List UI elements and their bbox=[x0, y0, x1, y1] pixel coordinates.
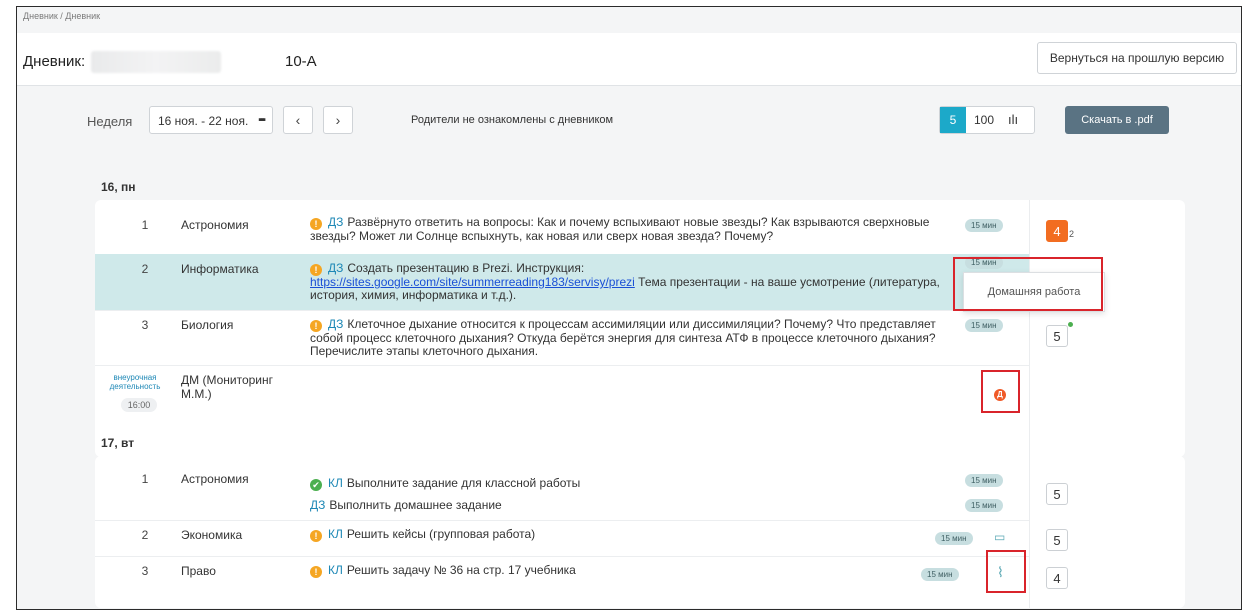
warning-icon: ! bbox=[310, 530, 322, 542]
duration-badge: 15 мин bbox=[965, 219, 1003, 232]
check-circle-icon: ✔ bbox=[310, 479, 322, 491]
duration-badge: 15 мин bbox=[935, 532, 973, 545]
calendar-grid-icon: ▪▪▪ bbox=[258, 114, 266, 126]
grade-weight: 2 bbox=[1068, 229, 1074, 239]
task-type: ДЗ bbox=[328, 261, 344, 275]
breadcrumb[interactable]: Дневник / Дневник bbox=[23, 11, 100, 21]
lesson-subject: Астрономия bbox=[181, 218, 249, 232]
time-badge: 16:00 bbox=[121, 398, 157, 412]
task-text: Развёрнуто ответить на вопросы: Как и по… bbox=[310, 215, 930, 243]
duration-badge: 15 мин bbox=[921, 568, 959, 581]
highlight-box bbox=[986, 550, 1026, 593]
toolbar: Неделя 16 ноя. - 22 ноя. ▪▪▪ ‹ › Родител… bbox=[87, 106, 1187, 136]
grade-scale-toggle: 5 100 ılı bbox=[939, 106, 1035, 134]
task-type: ДЗ bbox=[328, 317, 344, 331]
chevron-right-icon: › bbox=[335, 112, 341, 128]
day-label: 17, вт bbox=[101, 436, 135, 450]
bar-chart-icon[interactable]: ılı bbox=[1008, 112, 1018, 127]
lesson-subject: ДМ (Мониторинг М.М.) bbox=[181, 373, 274, 401]
week-picker[interactable]: 16 ноя. - 22 ноя. ▪▪▪ bbox=[149, 106, 273, 134]
prev-week-button[interactable]: ‹ bbox=[283, 106, 313, 134]
table-row[interactable]: 1 Астрономия ! ДЗ Развёрнуто ответить на в… bbox=[95, 200, 1029, 254]
grade-value: 4 bbox=[1053, 571, 1061, 586]
table-row-extracurricular[interactable]: внеурочная деятельность 16:00 ДМ (Монито… bbox=[95, 365, 1029, 457]
lesson-task: ✔ КЛ Выполните задание для классной работы… bbox=[310, 472, 960, 516]
breadcrumb-bar: Дневник / Дневник bbox=[17, 7, 1241, 34]
download-pdf-button[interactable]: Скачать в .pdf bbox=[1065, 106, 1169, 134]
task-text: Создать презентацию в Prezi. Инструкция: bbox=[347, 261, 585, 275]
grade-value: 5 bbox=[1053, 329, 1061, 344]
task-type: ДЗ bbox=[328, 215, 344, 229]
highlight-box bbox=[981, 370, 1020, 413]
day-label: 16, пн bbox=[101, 180, 136, 194]
extracurricular-label: внеурочная деятельность bbox=[109, 373, 161, 391]
duration-badge: 15 мин bbox=[965, 319, 1003, 332]
grade-badge[interactable]: 42 bbox=[1046, 220, 1074, 242]
lesson-task: ! КЛ Решить задачу № 36 на стр. 17 учебник… bbox=[310, 564, 960, 578]
task-link[interactable]: https://sites.google.com/site/summerread… bbox=[310, 275, 635, 289]
warning-icon: ! bbox=[310, 566, 322, 578]
scale-5-button[interactable]: 5 bbox=[940, 107, 966, 133]
lesson-number: 1 bbox=[141, 218, 149, 232]
old-version-button[interactable]: Вернуться на прошлую версию bbox=[1037, 42, 1237, 74]
page-title: Дневник: bbox=[23, 53, 86, 70]
task-type: КЛ bbox=[328, 563, 343, 577]
column-separator bbox=[1029, 456, 1030, 608]
table-row[interactable]: 3 Биология ! ДЗ Клеточное дыхание относитс… bbox=[95, 310, 1029, 365]
task-text: Выполнить домашнее задание bbox=[329, 498, 502, 512]
lesson-number: 2 bbox=[141, 262, 149, 276]
task-text: Выполните задание для классной работы bbox=[346, 476, 581, 490]
lesson-number: 2 bbox=[141, 528, 149, 542]
task-text: Клеточное дыхание относится к процессам … bbox=[310, 317, 936, 358]
lesson-subject: Информатика bbox=[181, 262, 259, 276]
next-week-button[interactable]: › bbox=[323, 106, 353, 134]
task-text: Решить кейсы (групповая работа) bbox=[346, 527, 536, 541]
grade-value: 5 bbox=[1053, 533, 1061, 548]
lesson-task: ! ДЗ Клеточное дыхание относится к процесс… bbox=[310, 318, 960, 358]
lesson-subject: Биология bbox=[181, 318, 234, 332]
table-row[interactable]: 3 Право ! КЛ Решить задачу № 36 на стр. 17… bbox=[95, 556, 1029, 608]
week-label: Неделя bbox=[87, 114, 133, 129]
duration-badge: 15 мин bbox=[965, 474, 1003, 487]
app-frame: Дневник / Дневник Дневник: 10-А Вернутьс… bbox=[16, 6, 1242, 610]
page-header: Дневник: 10-А Вернуться на прошлую верси… bbox=[17, 33, 1241, 86]
highlight-box bbox=[953, 257, 1103, 311]
column-separator bbox=[1029, 200, 1030, 457]
table-row[interactable]: 2 Экономика ! КЛ Решить кейсы (групповая р… bbox=[95, 520, 1029, 556]
task-text: Решить задачу № 36 на стр. 17 учебника bbox=[346, 563, 576, 577]
diary-content: Неделя 16 ноя. - 22 ноя. ▪▪▪ ‹ › Родител… bbox=[17, 86, 1241, 609]
class-name: 10-А bbox=[285, 53, 317, 70]
lesson-number: 1 bbox=[141, 472, 149, 486]
table-row-highlighted[interactable]: 2 Информатика ! ДЗ Создать презентацию в P… bbox=[95, 254, 1029, 310]
grade-badge[interactable]: 5 bbox=[1046, 529, 1068, 551]
lesson-task: ! ДЗ Развёрнуто ответить на вопросы: Как и… bbox=[310, 216, 960, 243]
scale-100-button[interactable]: 100 bbox=[974, 113, 994, 127]
lesson-number: 3 bbox=[141, 564, 149, 578]
lesson-subject: Астрономия bbox=[181, 472, 249, 486]
student-name-blurred bbox=[91, 51, 221, 73]
day-card: 1 Астрономия ✔ КЛ Выполните задание для кл… bbox=[95, 456, 1185, 608]
status-dot bbox=[1068, 322, 1073, 327]
duration-badge: 15 мин bbox=[965, 499, 1003, 512]
task-type: КЛ bbox=[328, 527, 343, 541]
grade-badge[interactable]: 4 bbox=[1046, 567, 1068, 589]
lesson-number: 3 bbox=[141, 318, 149, 332]
grade-badge[interactable]: 5 bbox=[1046, 483, 1068, 505]
week-value: 16 ноя. - 22 ноя. bbox=[158, 114, 249, 128]
day-card: 1 Астрономия ! ДЗ Развёрнуто ответить на в… bbox=[95, 200, 1185, 457]
table-row[interactable]: 1 Астрономия ✔ КЛ Выполните задание для кл… bbox=[95, 456, 1029, 520]
comment-icon[interactable]: ▭ bbox=[994, 530, 1005, 544]
parents-status: Родители не ознакомлены с дневником bbox=[411, 114, 614, 126]
task-type: ДЗ bbox=[310, 498, 326, 512]
lesson-subject: Экономика bbox=[181, 528, 243, 542]
task-type: КЛ bbox=[328, 476, 343, 490]
chevron-left-icon: ‹ bbox=[295, 112, 301, 128]
grade-badge[interactable]: 5 bbox=[1046, 325, 1068, 347]
lesson-task: ! КЛ Решить кейсы (групповая работа) bbox=[310, 528, 960, 542]
grade-value: 5 bbox=[1053, 487, 1061, 502]
lesson-subject: Право bbox=[181, 564, 216, 578]
lesson-task: ! ДЗ Создать презентацию в Prezi. Инструкц… bbox=[310, 262, 960, 302]
grade-value: 4 bbox=[1053, 224, 1061, 239]
